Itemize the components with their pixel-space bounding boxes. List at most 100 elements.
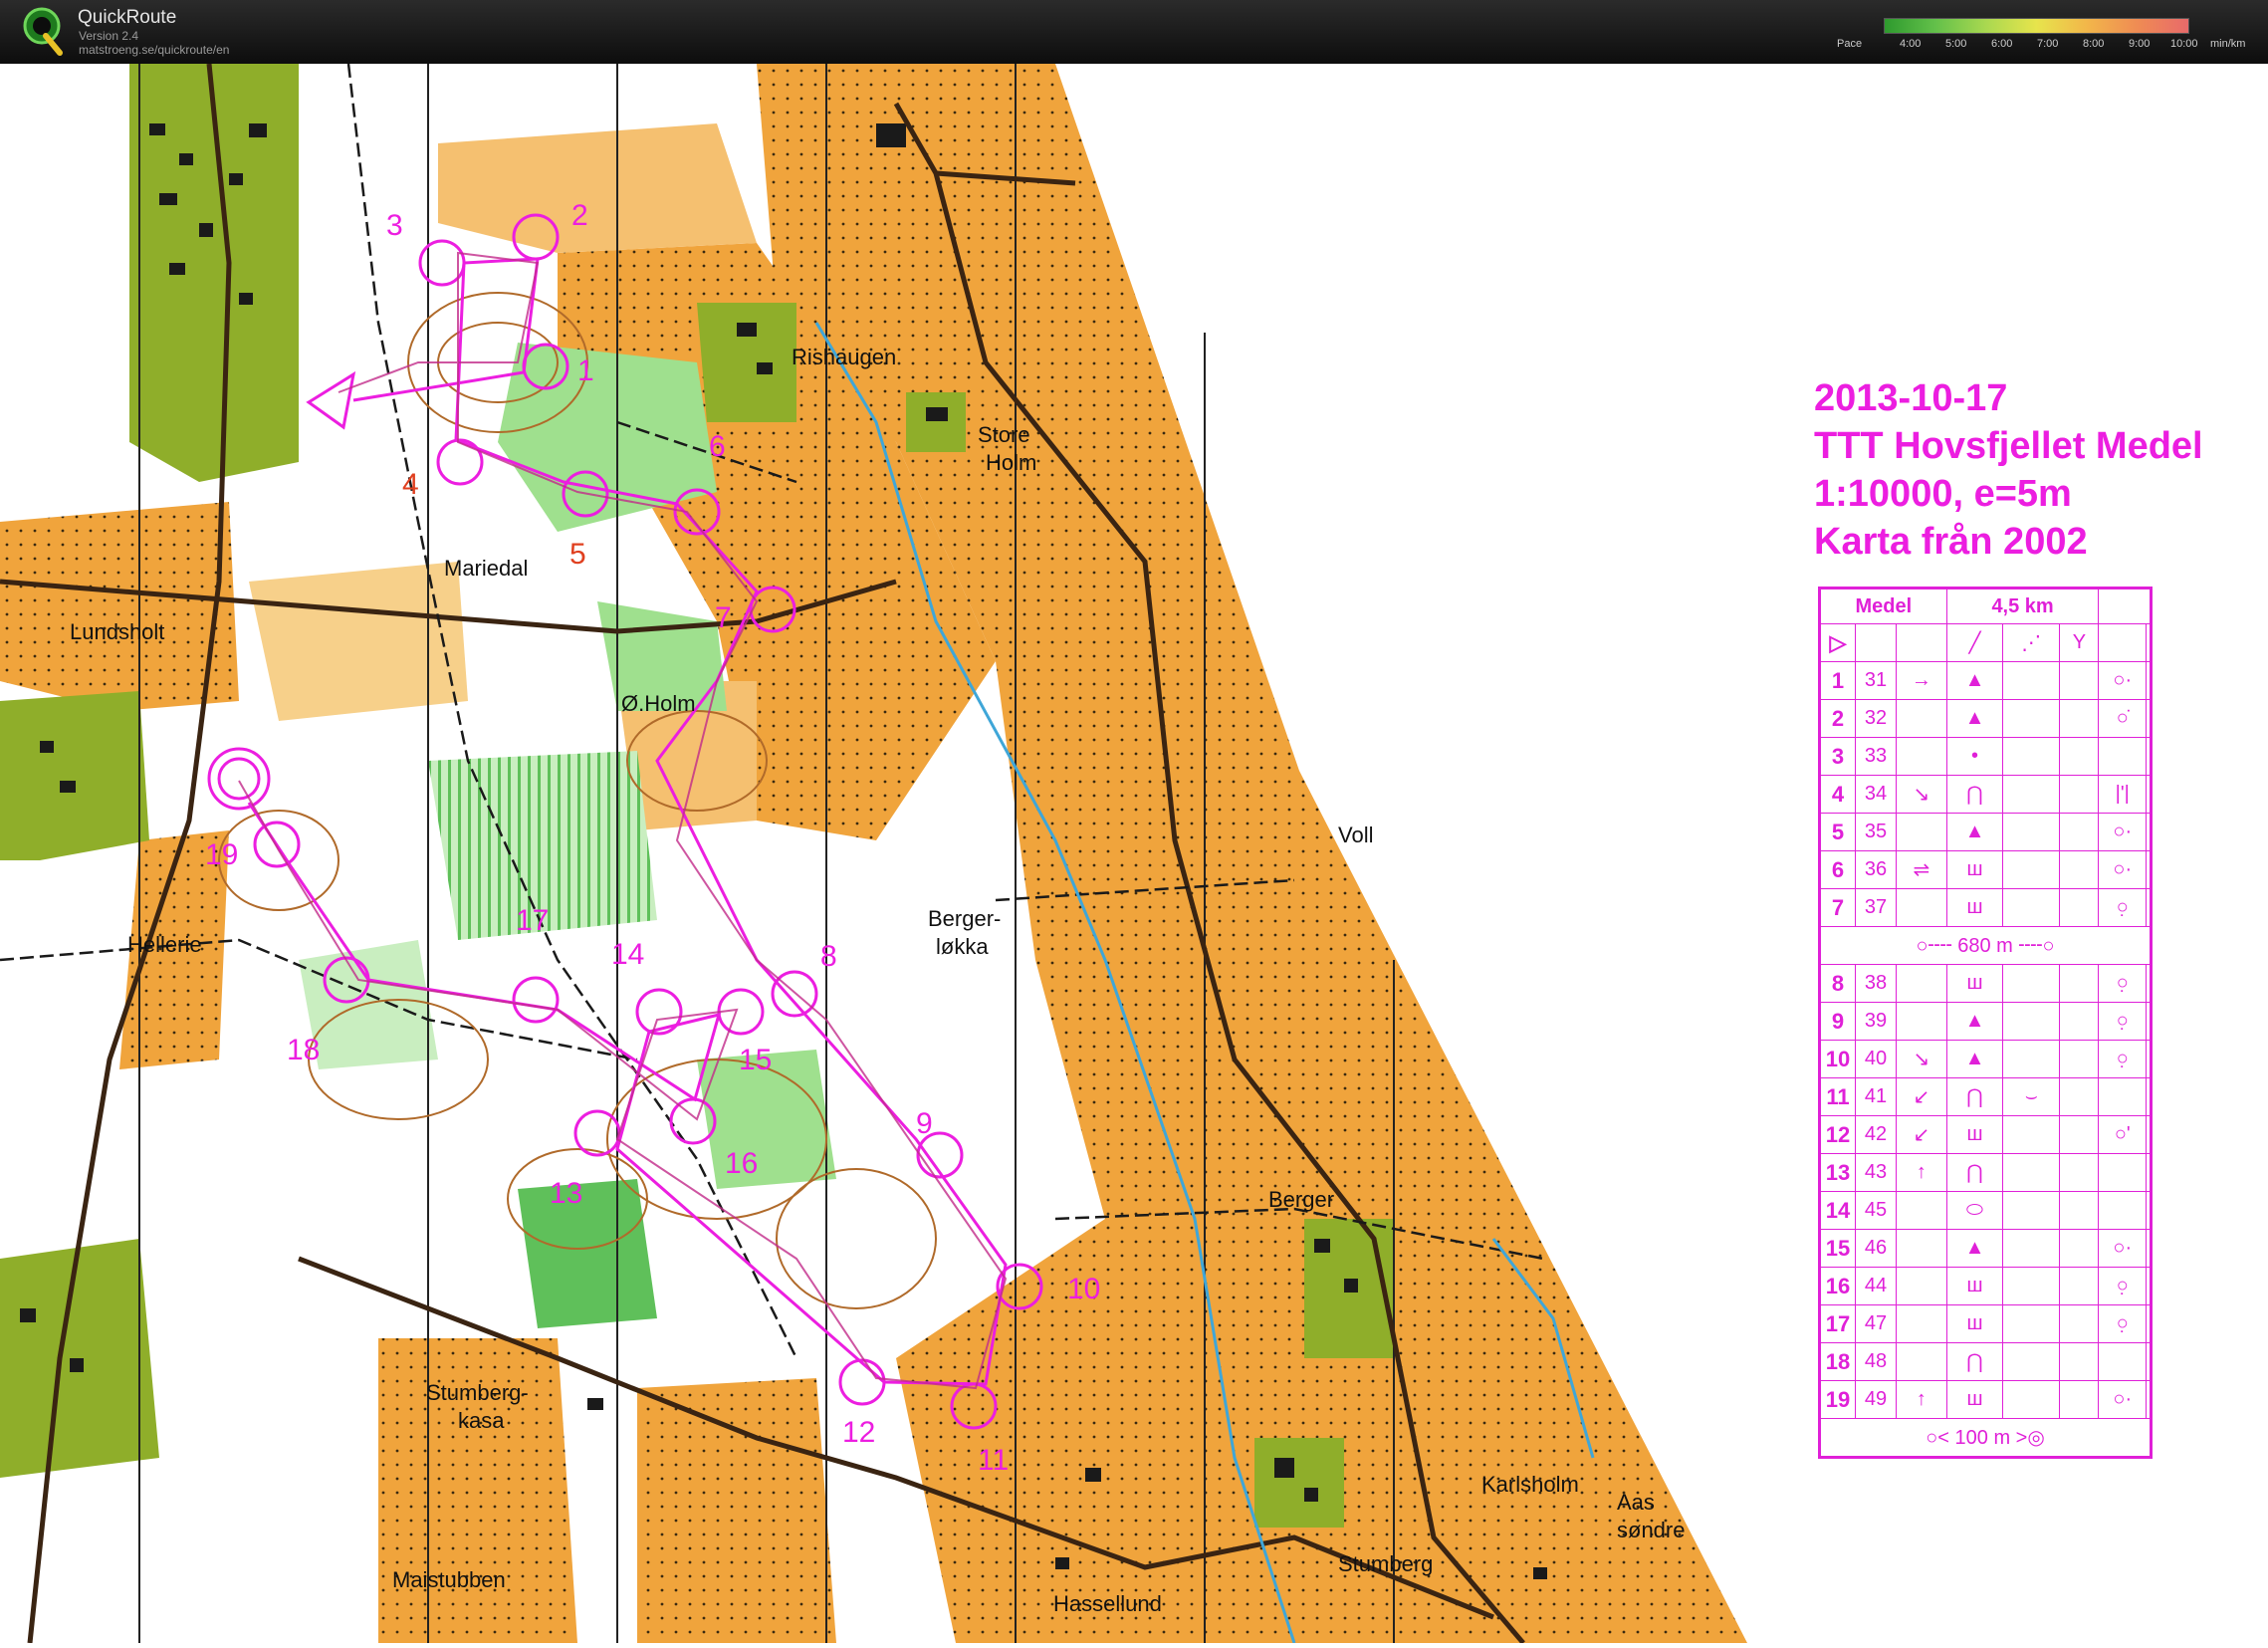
control-number: 4 (402, 468, 419, 501)
control-number: 16 (725, 1147, 758, 1180)
control-seq: 14 (1819, 1191, 1856, 1230)
appearance-symbol (2002, 964, 2061, 1003)
detail-symbol: ○· (2098, 1229, 2148, 1268)
extra-cell (2146, 1267, 2152, 1305)
dimension-cell (2059, 888, 2100, 927)
feature-symbol: ш (1945, 850, 2004, 889)
detail-symbol: ○· (2098, 661, 2148, 700)
direction-symbol (1896, 699, 1947, 738)
control-row: 15 46 ▲ ○· (1819, 1229, 2152, 1268)
feature-symbol: ш (1945, 888, 2004, 927)
feature-symbol: • (1945, 737, 2004, 776)
control-seq: 9 (1819, 1002, 1856, 1041)
control-seq: 15 (1819, 1229, 1856, 1268)
control-row: 11 41 ↙ ⋂ ⌣ (1819, 1077, 2152, 1116)
direction-symbol: ⇌ (1896, 850, 1947, 889)
pace-label: Pace (1837, 38, 1863, 50)
place-name: Berger (1268, 1187, 1334, 1212)
feature-symbol: ш (1945, 964, 2004, 1003)
open-land-northwest (0, 502, 239, 711)
place-name: Ø.Holm (621, 691, 696, 716)
dimension-cell (2059, 1229, 2100, 1268)
extra-cell (2146, 1304, 2152, 1343)
control-code: 41 (1855, 1077, 1897, 1116)
feature-symbol: ш (1945, 1115, 2004, 1154)
feature-symbol: ⬭ (1945, 1191, 2004, 1230)
direction-symbol: ↘ (1896, 775, 1947, 814)
appearance-symbol (2002, 1153, 2061, 1192)
control-row: 8 38 ш ○̣ (1819, 964, 2152, 1003)
pace-tick: 8:00 (2083, 38, 2105, 50)
extra-cell (2146, 1342, 2152, 1381)
control-code: 35 (1855, 813, 1897, 851)
detail-symbol: ○̣ (2098, 1304, 2148, 1343)
feature-symbol: ▲ (1945, 1002, 2004, 1041)
dimension-cell (2059, 1267, 2100, 1305)
settlement-stumberg (1254, 1438, 1344, 1528)
control-seq: 10 (1819, 1040, 1856, 1078)
pace-tick: 5:00 (1945, 38, 1967, 50)
extra-cell (2146, 699, 2152, 738)
course-class: Medel (1819, 588, 1947, 624)
dimension-cell (2059, 1304, 2100, 1343)
appearance-symbol (2002, 1115, 2061, 1154)
appearance-symbol (2002, 1002, 2061, 1041)
place-name: Holm (986, 450, 1036, 475)
dimension-cell (2059, 1191, 2100, 1230)
control-code: 47 (1855, 1304, 1897, 1343)
control-number: 1 (577, 354, 594, 387)
extra-cell (2146, 661, 2152, 700)
extra-cell (2146, 737, 2152, 776)
direction-symbol (1896, 888, 1947, 927)
orienteering-map[interactable]: Rishaugen Store Holm Mariedal Lundsholt … (0, 63, 2268, 1645)
control-description-table: Medel 4,5 km ▷ ╱ ⋰ Y 1 31 → ▲ ○· 2 32 ▲ ○̇ 3 33 • 4 3… (1818, 587, 2153, 1459)
control-row: 9 39 ▲ ○̣ (1819, 1002, 2152, 1041)
extra-cell (2146, 1002, 2152, 1041)
control-code: 49 (1855, 1380, 1897, 1419)
appearance-symbol (2002, 1229, 2061, 1268)
line-feature-icon: ╱ (1945, 623, 2004, 662)
control-row: 4 34 ↘ ⋂ |'| (1819, 775, 2152, 814)
map-title-scale: 1:10000, e=5m (1814, 473, 2072, 515)
app-url[interactable]: matstroeng.se/quickroute/en (79, 43, 229, 57)
control-code: 48 (1855, 1342, 1897, 1381)
appearance-symbol (2002, 1304, 2061, 1343)
extra-cell (2146, 1077, 2152, 1116)
feature-symbol: ⋂ (1945, 1342, 2004, 1381)
map-title-event: TTT Hovsfjellet Medel (1814, 425, 2203, 467)
appearance-symbol (2002, 1267, 2061, 1305)
open-land-ne-strip (438, 123, 757, 253)
direction-symbol: ↙ (1896, 1077, 1947, 1116)
dimension-cell (2059, 737, 2100, 776)
direction-symbol (1896, 813, 1947, 851)
control-number: 19 (205, 838, 238, 871)
control-number: 12 (842, 1416, 875, 1449)
marked-route-start-icon: ○╌╌ (1916, 935, 1952, 957)
control-row: 10 40 ↘ ▲ ○̣ (1819, 1040, 2152, 1078)
control-seq: 12 (1819, 1115, 1856, 1154)
control-code: 42 (1855, 1115, 1897, 1154)
settlement-store-holm (906, 392, 966, 452)
control-row: 16 44 ш ○̣ (1819, 1267, 2152, 1305)
control-code: 43 (1855, 1153, 1897, 1192)
appearance-symbol: ⌣ (2002, 1077, 2061, 1116)
dimension-cell (2059, 1380, 2100, 1419)
control-row: 6 36 ⇌ ш ○· (1819, 850, 2152, 889)
finish-leg-distance: 100 m (1954, 1427, 2011, 1449)
appearance-symbol (2002, 813, 2061, 851)
pace-tick: 6:00 (1991, 38, 2013, 50)
control-number: 7 (715, 601, 732, 634)
detail-symbol: ○̇ (2098, 699, 2148, 738)
finish-leg-row: ○< 100 m >◎ (1819, 1418, 2152, 1458)
control-code: 31 (1855, 661, 1897, 700)
control-seq: 3 (1819, 737, 1856, 776)
control-seq: 4 (1819, 775, 1856, 814)
direction-symbol (1896, 737, 1947, 776)
control-number: 18 (287, 1034, 320, 1066)
control-seq: 13 (1819, 1153, 1856, 1192)
detail-symbol: ○̣ (2098, 1040, 2148, 1078)
place-name: Berger- (928, 906, 1001, 931)
feature-symbol: ш (1945, 1380, 2004, 1419)
extra-cell (2146, 964, 2152, 1003)
detail-symbol: ○̣ (2098, 964, 2148, 1003)
